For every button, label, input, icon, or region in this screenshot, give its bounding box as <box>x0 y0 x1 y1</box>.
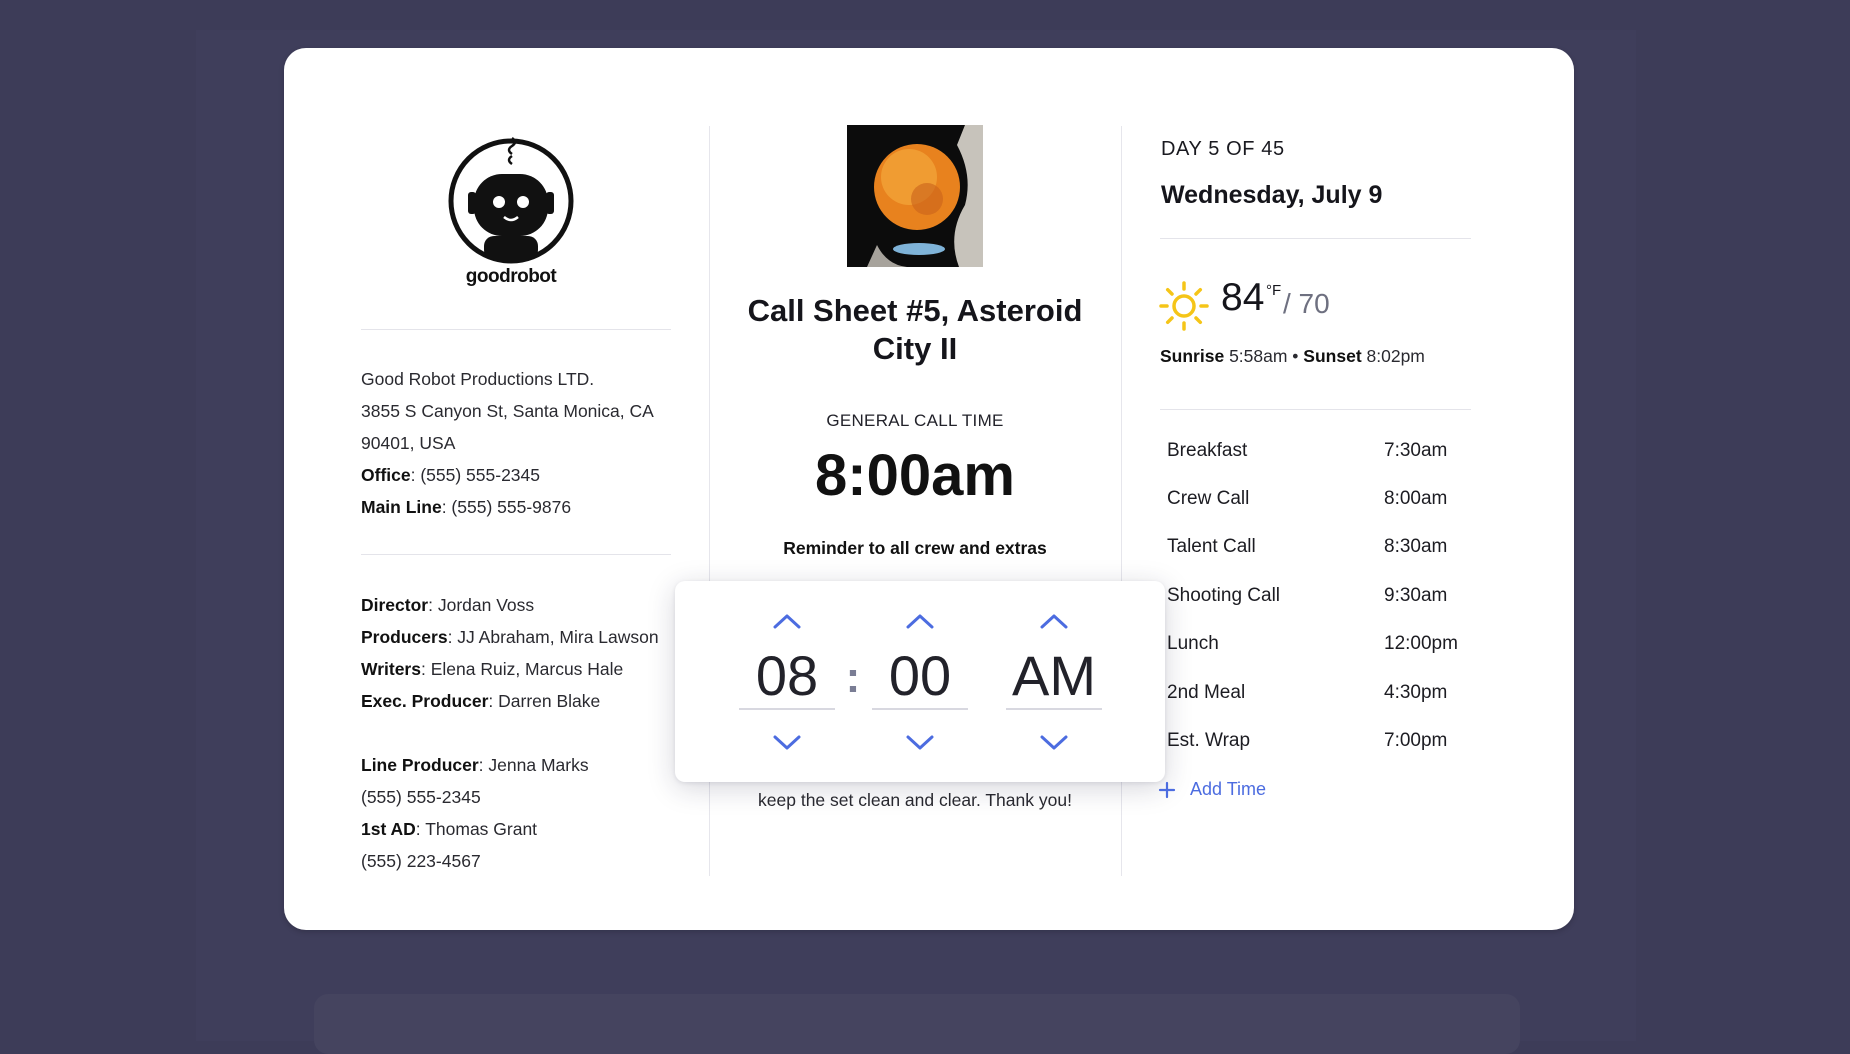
add-time-label: Add Time <box>1190 779 1267 799</box>
period-down-chevron-icon[interactable] <box>1036 731 1072 755</box>
crew-info: Director: Jordan Voss Producers: JJ Abra… <box>361 589 659 877</box>
line-producer-phone: (555) 555-2345 <box>361 787 481 807</box>
sunrise-label: Sunrise <box>1160 346 1225 366</box>
minute-down-chevron-icon[interactable] <box>902 731 938 755</box>
schedule-time[interactable]: 8:00am <box>1384 488 1447 510</box>
temperature-high: 84 <box>1221 276 1265 319</box>
plus-icon <box>1158 781 1176 799</box>
schedule-row[interactable]: Breakfast 7:30am <box>1167 440 1457 480</box>
producers-names: : JJ Abraham, Mira Lawson <box>447 627 659 647</box>
company-info: Good Robot Productions LTD. 3855 S Canyo… <box>361 363 654 523</box>
schedule-time[interactable]: 8:30am <box>1384 536 1447 558</box>
mainline-phone-row: Main Line: (555) 555-9876 <box>361 491 654 523</box>
hour-down-chevron-icon[interactable] <box>769 731 805 755</box>
reminder-text: keep the set clean and clear. Thank you! <box>758 790 1072 810</box>
hour-underline <box>739 708 835 710</box>
schedule-time[interactable]: 7:00pm <box>1384 730 1447 752</box>
logo-wordmark: goodrobot <box>465 266 557 287</box>
sun-icon <box>1159 281 1209 331</box>
schedule-row[interactable]: Lunch 12:00pm <box>1167 633 1458 673</box>
producers-label: Producers <box>361 627 448 647</box>
director-name: : Jordan Voss <box>428 595 535 615</box>
company-name: Good Robot Productions LTD. <box>361 369 595 389</box>
director-row: Director: Jordan Voss <box>361 589 659 621</box>
director-label: Director <box>361 595 429 615</box>
schedule-row[interactable]: 2nd Meal 4:30pm <box>1167 682 1457 722</box>
producers-row: Producers: JJ Abraham, Mira Lawson <box>361 621 659 653</box>
line-producer-name: : Jenna Marks <box>478 755 589 775</box>
first-ad-name: : Thomas Grant <box>415 819 538 839</box>
office-phone-row: Office: (555) 555-2345 <box>361 459 654 491</box>
writers-names: : Elena Ruiz, Marcus Hale <box>420 659 624 679</box>
divider <box>361 554 671 555</box>
schedule-time[interactable]: 7:30am <box>1384 440 1447 462</box>
first-ad-row: 1st AD: Thomas Grant <box>361 813 659 845</box>
lower-panel <box>314 994 1520 1054</box>
schedule-label: Crew Call <box>1167 488 1250 509</box>
schedule-label: 2nd Meal <box>1167 682 1246 703</box>
mainline-phone: : (555) 555-9876 <box>441 497 572 517</box>
line-producer-row: Line Producer: Jenna Marks <box>361 749 659 781</box>
period-underline <box>1006 708 1102 710</box>
shoot-day-label: DAY 5 OF 45 <box>1161 138 1285 160</box>
hour-value[interactable]: 08 <box>739 641 835 711</box>
schedule-label: Talent Call <box>1167 536 1256 557</box>
general-call-label: GENERAL CALL TIME <box>826 411 1004 430</box>
schedule-label: Lunch <box>1167 633 1219 654</box>
schedule-time[interactable]: 9:30am <box>1384 585 1447 607</box>
minute-spinner: 00 <box>872 581 968 782</box>
schedule-label: Est. Wrap <box>1167 730 1251 751</box>
sunrise-time: 5:58am • <box>1224 346 1304 366</box>
schedule-row[interactable]: Crew Call 8:00am <box>1167 488 1457 528</box>
divider <box>361 329 671 330</box>
call-sheet-title: Call Sheet #5, Asteroid City II <box>747 293 1083 366</box>
minute-value[interactable]: 00 <box>872 641 968 711</box>
period-spinner: AM <box>1006 581 1102 782</box>
schedule-label: Breakfast <box>1167 440 1248 461</box>
minute-underline <box>872 708 968 710</box>
hour-up-chevron-icon[interactable] <box>769 609 805 633</box>
writers-label: Writers <box>361 659 421 679</box>
film-poster-image <box>847 125 983 267</box>
exec-producer-row: Exec. Producer: Darren Blake <box>361 685 659 717</box>
schedule-label: Shooting Call <box>1167 585 1281 606</box>
schedule-row[interactable]: Est. Wrap 7:00pm <box>1167 730 1457 770</box>
mainline-label: Main Line <box>361 497 442 517</box>
reminder-heading: Reminder to all crew and extras <box>783 538 1047 558</box>
first-ad-label: 1st AD <box>361 819 416 839</box>
period-up-chevron-icon[interactable] <box>1036 609 1072 633</box>
general-call-time[interactable]: 8:00am <box>736 442 1094 509</box>
company-address-line2: 90401, USA <box>361 433 456 453</box>
schedule-row[interactable]: Shooting Call 9:30am <box>1167 585 1457 625</box>
office-phone: : (555) 555-2345 <box>410 465 541 485</box>
time-separator: : <box>845 653 861 702</box>
sunset-label: Sunset <box>1303 346 1362 366</box>
hour-spinner: 08 <box>739 581 835 782</box>
company-address-line1: 3855 S Canyon St, Santa Monica, CA <box>361 401 654 421</box>
schedule-time[interactable]: 4:30pm <box>1384 682 1447 704</box>
line-producer-label: Line Producer <box>361 755 479 775</box>
minute-up-chevron-icon[interactable] <box>902 609 938 633</box>
exec-producer-name: : Darren Blake <box>488 691 601 711</box>
schedule-time[interactable]: 12:00pm <box>1384 633 1458 655</box>
sunrise-sunset: Sunrise 5:58am • Sunset 8:02pm <box>1160 346 1425 367</box>
time-picker-popover: 08 : 00 AM <box>675 581 1165 782</box>
sunset-time: 8:02pm <box>1361 346 1425 366</box>
exec-producer-label: Exec. Producer <box>361 691 489 711</box>
period-value[interactable]: AM <box>1006 641 1102 711</box>
shoot-date: Wednesday, July 9 <box>1161 181 1383 209</box>
writers-row: Writers: Elena Ruiz, Marcus Hale <box>361 653 659 685</box>
first-ad-phone: (555) 223-4567 <box>361 851 481 871</box>
schedule-row[interactable]: Talent Call 8:30am <box>1167 536 1457 576</box>
temperature-unit: °F <box>1266 282 1282 299</box>
temperature-low: / 70 <box>1283 288 1330 319</box>
divider <box>1160 238 1471 239</box>
office-label: Office <box>361 465 411 485</box>
divider <box>1160 409 1471 410</box>
